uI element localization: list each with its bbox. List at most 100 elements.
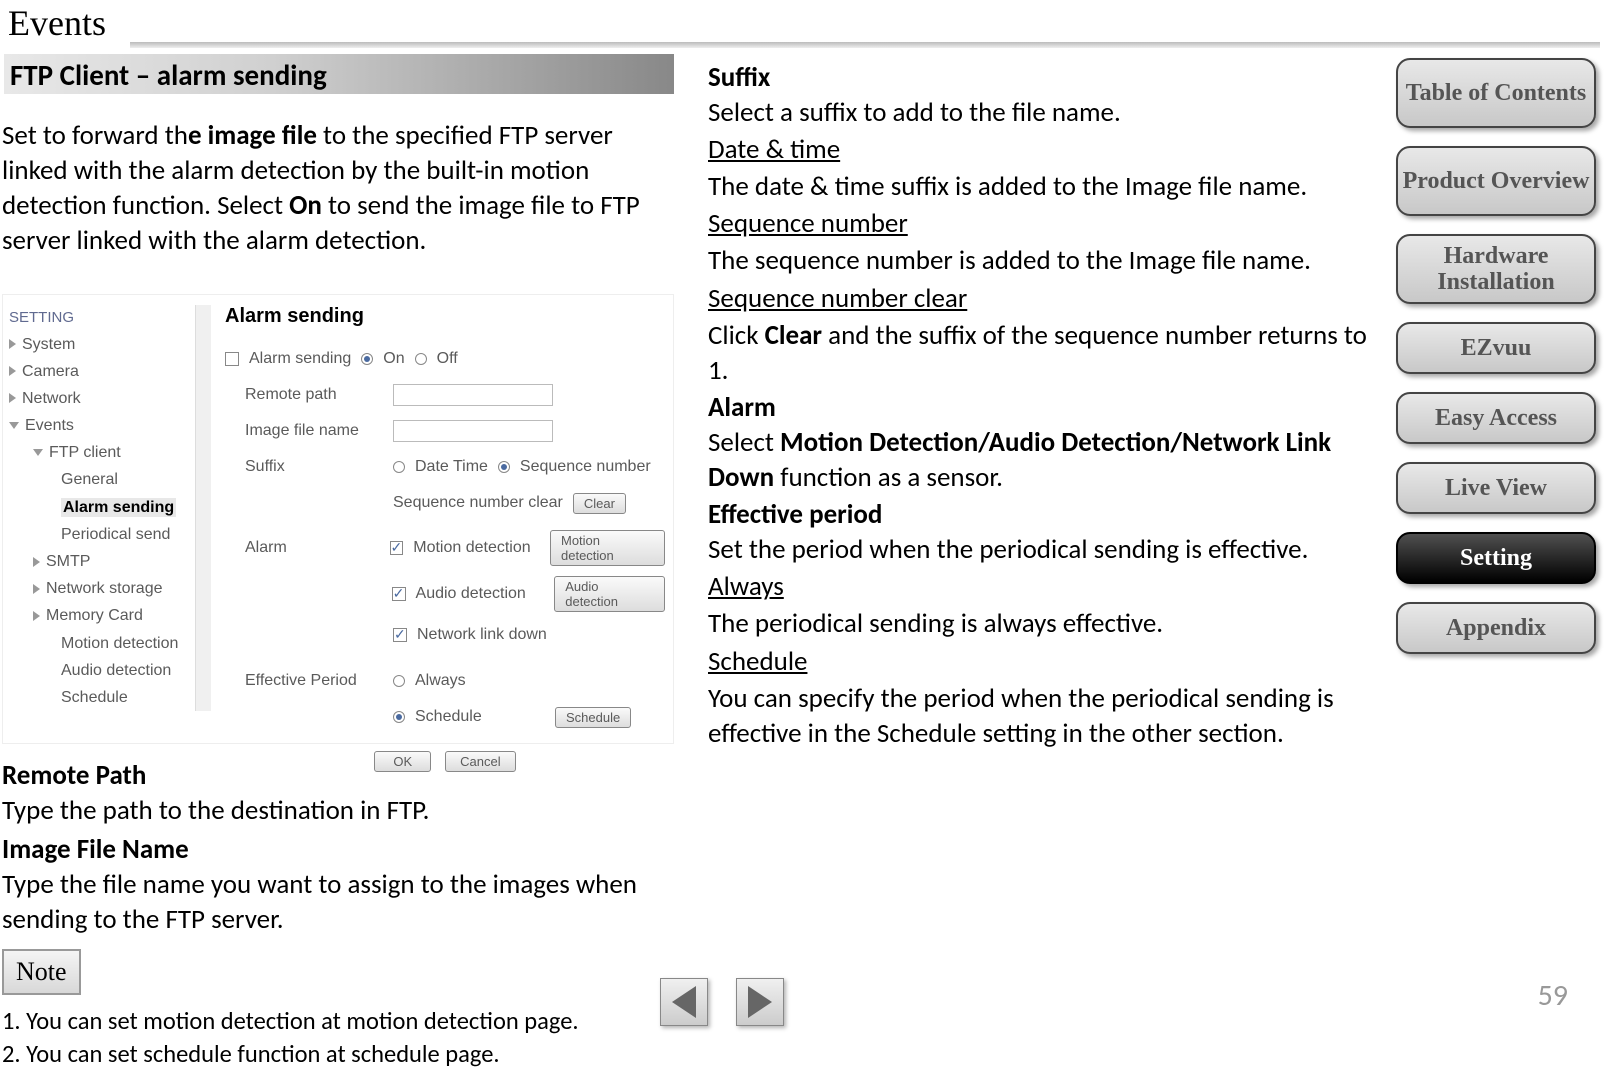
motion-checkbox[interactable] xyxy=(390,541,404,555)
seq-clear-text: Click Clear and the suffix of the sequen… xyxy=(708,318,1378,388)
tree-item[interactable]: Network xyxy=(22,385,81,412)
alarm-heading: Alarm xyxy=(708,390,1378,425)
nav-ezvuu[interactable]: EZvuu xyxy=(1396,322,1596,374)
linkdown-checkbox[interactable] xyxy=(393,628,407,642)
nav-sidebar: Table of Contents Product Overview Hardw… xyxy=(1396,58,1596,654)
nav-hardware-installation[interactable]: Hardware Installation xyxy=(1396,234,1596,304)
note-badge: Note xyxy=(2,949,81,995)
alarm-sending-label: Alarm sending xyxy=(249,350,351,368)
on-label: On xyxy=(383,350,404,368)
effective-period-heading: Effective period xyxy=(708,497,1378,532)
tree-item[interactable]: Schedule xyxy=(9,684,207,711)
remote-path-label: Remote path xyxy=(225,386,383,404)
audio-checkbox[interactable] xyxy=(392,587,406,601)
seq-clear-label: Sequence number clear xyxy=(393,494,563,512)
audio-label: Audio detection xyxy=(416,585,545,603)
tree-item[interactable]: Events xyxy=(25,412,74,439)
seq-num-label: Sequence number xyxy=(520,458,651,476)
schedule-text: You can specify the period when the peri… xyxy=(708,681,1378,751)
schedule-button[interactable]: Schedule xyxy=(555,707,631,728)
nav-product-overview[interactable]: Product Overview xyxy=(1396,146,1596,216)
clear-button[interactable]: Clear xyxy=(573,493,626,514)
caret-icon xyxy=(9,366,16,376)
nav-appendix[interactable]: Appendix xyxy=(1396,602,1596,654)
linkdown-label: Network link down xyxy=(417,626,547,644)
prev-page-button[interactable] xyxy=(660,978,708,1026)
off-radio[interactable] xyxy=(415,353,427,365)
tree-item[interactable]: FTP client xyxy=(49,439,121,466)
caret-icon xyxy=(33,611,40,621)
effective-period-text: Set the period when the periodical sendi… xyxy=(708,532,1378,567)
effective-period-label: Effective Period xyxy=(225,672,383,690)
caret-down-icon xyxy=(9,422,19,429)
on-radio[interactable] xyxy=(361,353,373,365)
next-page-button[interactable] xyxy=(736,978,784,1026)
audio-button[interactable]: Audio detection xyxy=(554,576,665,612)
caret-icon xyxy=(33,584,40,594)
suffix-label: Suffix xyxy=(225,458,383,476)
caret-icon xyxy=(9,339,16,349)
date-time-heading: Date & time xyxy=(708,132,1378,167)
date-time-radio[interactable] xyxy=(393,461,405,473)
seq-num-radio[interactable] xyxy=(498,461,510,473)
expand-icon[interactable] xyxy=(225,352,239,366)
motion-label: Motion detection xyxy=(413,539,540,557)
image-file-name-label: Image file name xyxy=(225,422,383,440)
always-radio[interactable] xyxy=(393,675,405,687)
tree-item[interactable]: Memory Card xyxy=(46,602,143,629)
section-header: FTP Client – alarm sending xyxy=(4,54,674,94)
remote-path-heading: Remote Path xyxy=(2,758,702,793)
triangle-left-icon xyxy=(672,986,696,1018)
triangle-right-icon xyxy=(748,986,772,1018)
alarm-label: Alarm xyxy=(225,539,380,557)
always-heading: Always xyxy=(708,569,1378,604)
date-time-text: The date & time suffix is added to the I… xyxy=(708,169,1378,204)
image-file-text: Type the file name you want to assign to… xyxy=(2,867,702,937)
caret-icon xyxy=(9,393,16,403)
always-text: The periodical sending is always effecti… xyxy=(708,606,1378,641)
column2: Suffix Select a suffix to add to the fil… xyxy=(708,60,1378,753)
motion-button[interactable]: Motion detection xyxy=(550,530,665,566)
form-title: Alarm sending xyxy=(225,305,665,328)
suffix-text: Select a suffix to add to the file name. xyxy=(708,95,1378,130)
remote-path-text: Type the path to the destination in FTP. xyxy=(2,793,702,828)
nav-toc[interactable]: Table of Contents xyxy=(1396,58,1596,128)
schedule-radio[interactable] xyxy=(393,711,405,723)
pager xyxy=(660,978,784,1026)
tree-header: SETTING xyxy=(9,305,207,331)
image-file-heading: Image File Name xyxy=(2,832,702,867)
always-label: Always xyxy=(415,672,466,690)
page-number: 59 xyxy=(1538,977,1568,1014)
settings-tree: SETTING System Camera Network Events FTP… xyxy=(9,305,207,711)
seq-num-heading: Sequence number xyxy=(708,206,1378,241)
tree-item[interactable]: Audio detection xyxy=(9,657,207,684)
settings-screenshot: SETTING System Camera Network Events FTP… xyxy=(2,294,674,744)
alarm-text: Select Motion Detection/Audio Detection/… xyxy=(708,425,1378,495)
tree-item[interactable]: System xyxy=(22,331,75,358)
nav-live-view[interactable]: Live View xyxy=(1396,462,1596,514)
tree-item-selected[interactable]: Alarm sending xyxy=(61,498,176,517)
tree-item[interactable]: Periodical send xyxy=(9,521,207,548)
tree-item[interactable]: Motion detection xyxy=(9,630,207,657)
caret-down-icon xyxy=(33,449,43,456)
nav-easy-access[interactable]: Easy Access xyxy=(1396,392,1596,444)
tree-item[interactable]: Network storage xyxy=(46,575,163,602)
tree-item[interactable]: SMTP xyxy=(46,548,90,575)
tree-item[interactable]: General xyxy=(9,466,207,493)
image-file-name-input[interactable] xyxy=(393,420,553,442)
tree-item[interactable]: Camera xyxy=(22,358,79,385)
remote-path-input[interactable] xyxy=(393,384,553,406)
scrollbar[interactable] xyxy=(195,305,211,711)
off-label: Off xyxy=(437,350,458,368)
column1-below: Remote Path Type the path to the destina… xyxy=(2,754,702,1071)
seq-clear-heading: Sequence number clear xyxy=(708,281,1378,316)
form-area: Alarm sending Alarm sending On Off Remot… xyxy=(225,305,665,784)
date-time-label: Date Time xyxy=(415,458,488,476)
page-title: Events xyxy=(8,2,106,44)
seq-num-text: The sequence number is added to the Imag… xyxy=(708,243,1378,278)
schedule-heading: Schedule xyxy=(708,644,1378,679)
intro-paragraph: Set to forward the image file to the spe… xyxy=(2,118,672,258)
nav-setting[interactable]: Setting xyxy=(1396,532,1596,584)
note-2: 2. You can set schedule function at sche… xyxy=(2,1038,702,1071)
suffix-heading: Suffix xyxy=(708,60,1378,95)
